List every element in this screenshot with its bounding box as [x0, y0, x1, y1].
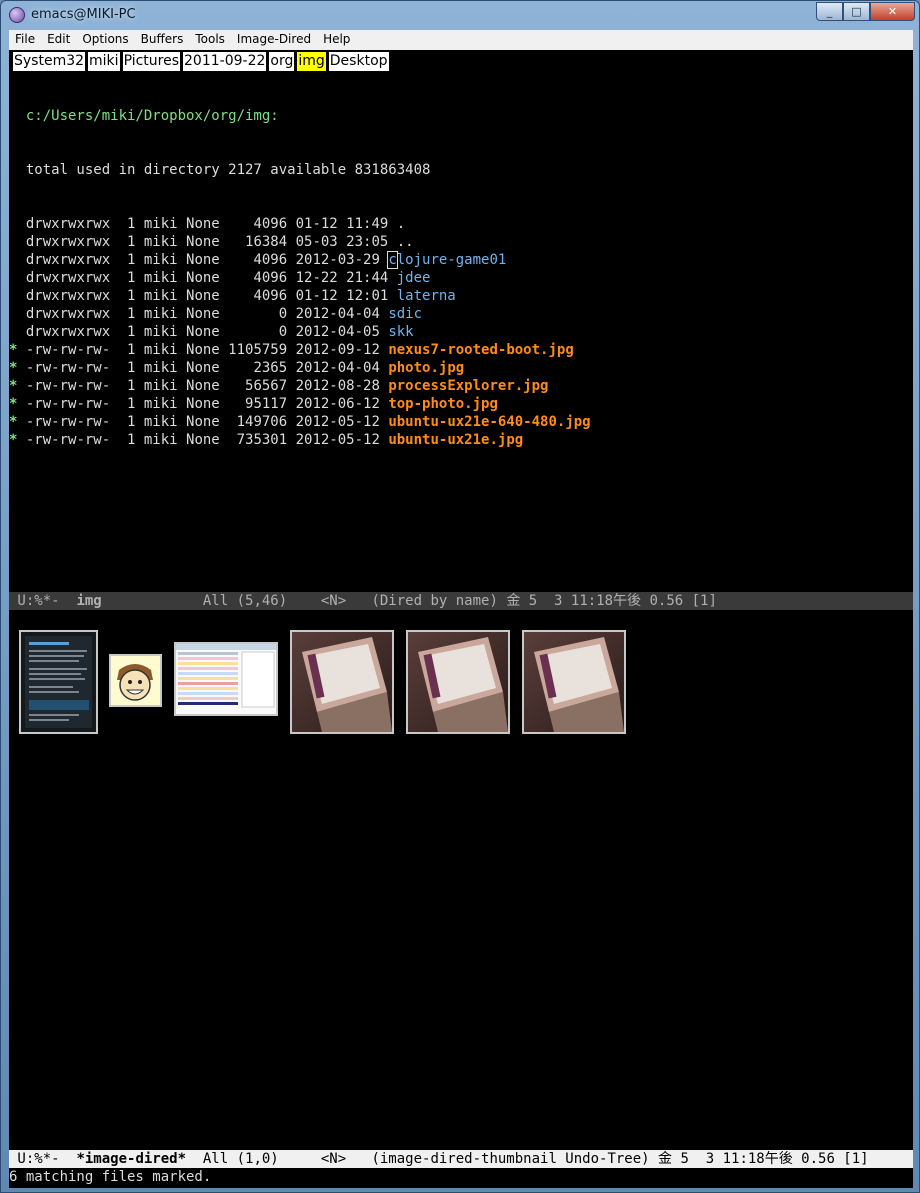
point-cursor: c [387, 251, 398, 269]
dired-entry-name[interactable]: clojure-game01 [387, 251, 507, 269]
dired-entry-name[interactable]: ubuntu-ux21e.jpg [388, 432, 523, 448]
window-title: emacs@MIKI-PC [31, 7, 136, 22]
dired-entry-info: drwxrwxrwx 1 miki None 16384 05-03 23:05 [17, 234, 397, 250]
modeline-info: All (1,0) <N> (image-dired-thumbnail Und… [186, 1151, 869, 1167]
tab-2011-09-22[interactable]: 2011-09-22 [183, 52, 267, 71]
thumbnail-image [292, 632, 392, 732]
modeline-buffer-name: img [76, 593, 102, 609]
dired-entry-info: drwxrwxrwx 1 miki None 0 2012-04-04 [17, 306, 389, 322]
image-dired-thumbnails [9, 627, 913, 735]
menu-buffers[interactable]: Buffers [135, 30, 190, 50]
dired-entry-name[interactable]: . [397, 216, 405, 232]
dired-entry-name[interactable]: sdic [388, 306, 422, 322]
thumbnail-ubuntu-ux21e-640-480[interactable] [406, 630, 510, 734]
dired-entry-name[interactable]: .. [397, 234, 414, 250]
dired-entry[interactable]: * -rw-rw-rw- 1 miki None 735301 2012-05-… [9, 431, 913, 449]
tab-bar: System32 miki Pictures 2011-09-22 org im… [13, 52, 392, 71]
modeline-buffer-name: *image-dired* [76, 1151, 187, 1167]
modeline-status: U:%*- [9, 593, 77, 609]
menu-options[interactable]: Options [76, 30, 134, 50]
thumbnail-top-photo[interactable] [290, 630, 394, 734]
tab-miki[interactable]: miki [88, 52, 120, 71]
dired-total-line: total used in directory 2127 available 8… [9, 162, 431, 178]
dired-entry-info: drwxrwxrwx 1 miki None 0 2012-04-05 [17, 324, 389, 340]
dired-entry[interactable]: drwxrwxrwx 1 miki None 0 2012-04-04 sdic [9, 305, 913, 323]
modeline-image-dired[interactable]: U:%*- *image-dired* All (1,0) <N> (image… [9, 1150, 913, 1168]
dired-entry-name[interactable]: processExplorer.jpg [388, 378, 548, 394]
emacs-app-icon [9, 7, 25, 23]
emacs-window: emacs@MIKI-PC _ □ ✕ File Edit Options Bu… [0, 0, 920, 1193]
dired-path-header: c:/Users/miki/Dropbox/org/img: [9, 108, 279, 124]
menu-tools[interactable]: Tools [189, 30, 231, 50]
menu-image-dired[interactable]: Image-Dired [231, 30, 317, 50]
dired-entry[interactable]: * -rw-rw-rw- 1 miki None 56567 2012-08-2… [9, 377, 913, 395]
menu-bar: File Edit Options Buffers Tools Image-Di… [9, 30, 913, 50]
dired-entry-info: drwxrwxrwx 1 miki None 4096 01-12 12:01 [17, 288, 397, 304]
dired-file-list: drwxrwxrwx 1 miki None 4096 01-12 11:49 … [9, 215, 913, 449]
dired-entry-info: drwxrwxrwx 1 miki None 4096 2012-03-29 [17, 252, 389, 268]
tab-system32[interactable]: System32 [13, 52, 86, 71]
dired-entry[interactable]: drwxrwxrwx 1 miki None 4096 01-12 11:49 … [9, 215, 913, 233]
dired-entry-name[interactable]: laterna [397, 288, 456, 304]
dired-entry-name[interactable]: ubuntu-ux21e-640-480.jpg [388, 414, 590, 430]
dired-entry-info: drwxrwxrwx 1 miki None 4096 12-22 21:44 [17, 270, 397, 286]
dired-entry-info: -rw-rw-rw- 1 miki None 95117 2012-06-12 [17, 396, 389, 412]
dired-entry-info: drwxrwxrwx 1 miki None 4096 01-12 11:49 [17, 216, 397, 232]
modeline-dired[interactable]: U:%*- img All (5,46) <N> (Dired by name)… [9, 592, 913, 610]
thumbnail-image [176, 644, 276, 714]
thumbnail-image [524, 632, 624, 732]
dired-entry-name[interactable]: top-photo.jpg [388, 396, 498, 412]
menu-help[interactable]: Help [317, 30, 356, 50]
menu-edit[interactable]: Edit [41, 30, 76, 50]
thumbnail-nexus7-rooted-boot[interactable] [19, 630, 98, 734]
dired-entry[interactable]: * -rw-rw-rw- 1 miki None 1105759 2012-09… [9, 341, 913, 359]
dired-entry[interactable]: * -rw-rw-rw- 1 miki None 2365 2012-04-04… [9, 359, 913, 377]
dired-entry[interactable]: drwxrwxrwx 1 miki None 4096 12-22 21:44 … [9, 269, 913, 287]
thumbnail-photo[interactable] [109, 654, 162, 707]
tab-img[interactable]: img [297, 52, 326, 71]
menu-file[interactable]: File [9, 30, 41, 50]
thumbnail-ubuntu-ux21e[interactable] [522, 630, 626, 734]
thumbnail-image [408, 632, 508, 732]
modeline-status: U:%*- [9, 1151, 77, 1167]
tab-org[interactable]: org [269, 52, 295, 71]
dired-entry-info: -rw-rw-rw- 1 miki None 735301 2012-05-12 [17, 432, 389, 448]
dired-entry[interactable]: drwxrwxrwx 1 miki None 16384 05-03 23:05… [9, 233, 913, 251]
window-controls: _ □ ✕ [816, 2, 915, 21]
close-button[interactable]: ✕ [870, 2, 915, 21]
dired-buffer[interactable]: c:/Users/miki/Dropbox/org/img: total use… [9, 71, 913, 485]
dired-entry-name[interactable]: nexus7-rooted-boot.jpg [388, 342, 573, 358]
thumbnail-image [21, 632, 96, 732]
emacs-frame: File Edit Options Buffers Tools Image-Di… [9, 30, 913, 1188]
echo-area: 6 matching files marked. [9, 1169, 212, 1185]
thumbnail-processExplorer[interactable] [174, 642, 278, 716]
title-bar[interactable]: emacs@MIKI-PC _ □ ✕ [1, 1, 919, 30]
dired-entry-info: -rw-rw-rw- 1 miki None 56567 2012-08-28 [17, 378, 389, 394]
thumbnail-image [111, 656, 160, 705]
modeline-info: All (5,46) <N> (Dired by name) 金 5 3 11:… [101, 593, 717, 609]
tab-desktop[interactable]: Desktop [328, 52, 389, 71]
dired-entry-info: -rw-rw-rw- 1 miki None 149706 2012-05-12 [17, 414, 389, 430]
dired-entry[interactable]: drwxrwxrwx 1 miki None 4096 2012-03-29 c… [9, 251, 913, 269]
dired-entry-name[interactable]: skk [388, 324, 413, 340]
dired-entry[interactable]: * -rw-rw-rw- 1 miki None 95117 2012-06-1… [9, 395, 913, 413]
dired-entry[interactable]: drwxrwxrwx 1 miki None 0 2012-04-05 skk [9, 323, 913, 341]
dired-entry-name-rest: lojure-game01 [396, 252, 507, 268]
dired-entry-info: -rw-rw-rw- 1 miki None 2365 2012-04-04 [17, 360, 389, 376]
dired-entry[interactable]: * -rw-rw-rw- 1 miki None 149706 2012-05-… [9, 413, 913, 431]
minimize-button[interactable]: _ [816, 2, 843, 21]
dired-entry-name[interactable]: photo.jpg [388, 360, 464, 376]
tab-pictures[interactable]: Pictures [122, 52, 181, 71]
dired-entry-name[interactable]: jdee [397, 270, 431, 286]
dired-entry[interactable]: drwxrwxrwx 1 miki None 4096 01-12 12:01 … [9, 287, 913, 305]
dired-entry-info: -rw-rw-rw- 1 miki None 1105759 2012-09-1… [17, 342, 389, 358]
maximize-button[interactable]: □ [843, 2, 870, 21]
